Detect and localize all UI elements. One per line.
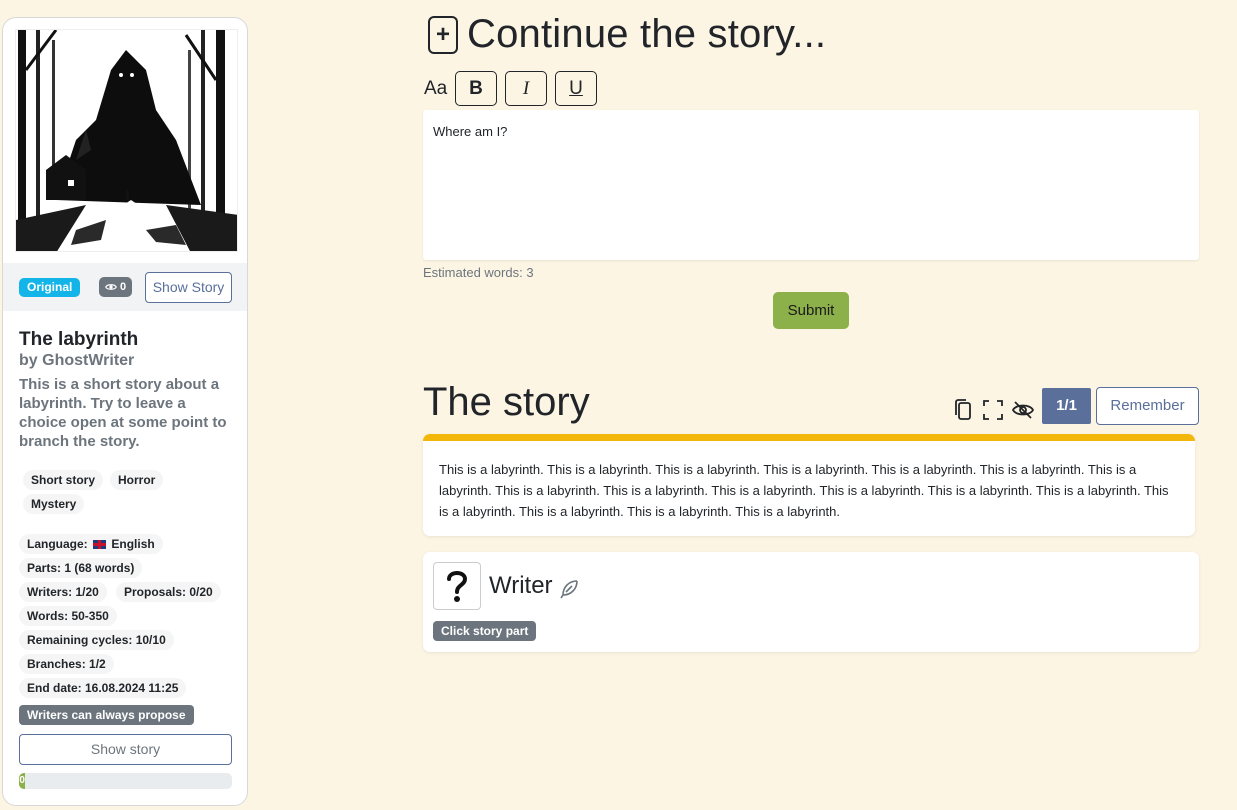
writer-name: Writer xyxy=(489,572,553,599)
estimated-words: Estimated words: 3 xyxy=(423,265,534,280)
info-remaining-cycles: Remaining cycles: 10/10 xyxy=(19,630,174,650)
page-indicator[interactable]: 1/1 xyxy=(1042,388,1091,424)
show-story-button[interactable]: Show story xyxy=(19,734,232,765)
story-cover-image[interactable] xyxy=(15,29,238,252)
language-value: English xyxy=(111,537,155,551)
font-size-label[interactable]: Aa xyxy=(424,78,447,100)
story-editor[interactable]: Where am I? xyxy=(423,110,1199,260)
info-end-date: End date: 16.08.2024 11:25 xyxy=(19,678,187,698)
genre-chip: Horror xyxy=(110,470,164,490)
story-title[interactable]: The labyrinth xyxy=(19,329,138,351)
info-writers: Writers: 1/20 xyxy=(19,582,107,602)
genre-chip: Mystery xyxy=(23,494,85,514)
language-label: Language: xyxy=(27,537,88,551)
italic-button[interactable]: I xyxy=(505,71,547,106)
genre-chip: Short story xyxy=(23,470,104,490)
remember-button[interactable]: Remember xyxy=(1096,387,1199,425)
story-author[interactable]: by GhostWriter xyxy=(19,352,134,370)
uk-flag-icon xyxy=(93,540,107,549)
bold-button[interactable]: B xyxy=(455,71,497,106)
show-story-button-small[interactable]: Show Story xyxy=(145,272,232,303)
original-badge: Original xyxy=(19,278,81,297)
feather-icon[interactable] xyxy=(557,577,581,601)
eye-icon xyxy=(105,284,117,290)
views-badge: 0 xyxy=(99,277,133,297)
continue-heading: Continue the story... xyxy=(467,12,827,56)
info-language: Language: English xyxy=(19,534,163,554)
progress-fill: 0 xyxy=(19,773,26,789)
story-card: Original 0 Show Story The labyrinth by G… xyxy=(2,17,248,806)
info-proposals: Proposals: 0/20 xyxy=(116,582,221,602)
story-progress-bar: 0 xyxy=(19,773,232,789)
views-count: 0 xyxy=(120,281,127,293)
underline-button[interactable]: U xyxy=(555,71,597,106)
story-part-text: This is a labyrinth. This is a labyrinth… xyxy=(439,462,1169,519)
story-part-bar xyxy=(423,434,1195,441)
plus-icon[interactable]: + xyxy=(428,16,458,54)
story-description: This is a short story about a labyrinth.… xyxy=(19,376,227,450)
cover-illustration xyxy=(16,30,237,251)
propose-badge: Writers can always propose xyxy=(19,705,194,725)
story-part[interactable]: This is a labyrinth. This is a labyrinth… xyxy=(423,434,1195,536)
info-branches: Branches: 1/2 xyxy=(19,654,114,674)
click-story-part-badge: Click story part xyxy=(433,621,537,641)
submit-button[interactable]: Submit xyxy=(773,292,849,329)
fullscreen-icon[interactable] xyxy=(981,398,1005,422)
story-heading: The story xyxy=(423,380,590,424)
question-avatar-icon xyxy=(447,571,468,602)
info-parts: Parts: 1 (68 words) xyxy=(19,558,143,578)
writer-card: Writer Click story part xyxy=(423,552,1199,652)
copy-icon[interactable] xyxy=(952,398,976,422)
info-words: Words: 50-350 xyxy=(19,606,117,626)
eye-slash-icon[interactable] xyxy=(1011,398,1035,422)
avatar xyxy=(433,562,481,610)
